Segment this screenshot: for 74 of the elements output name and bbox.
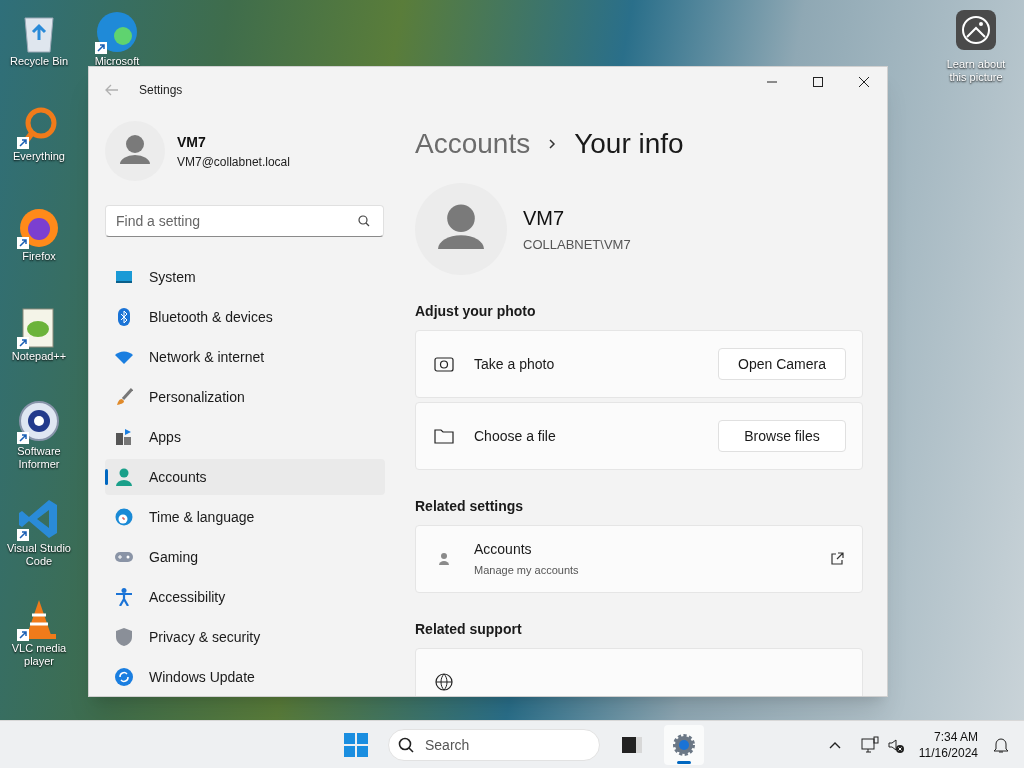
maximize-icon	[813, 77, 823, 87]
picture-info-icon[interactable]	[956, 10, 996, 50]
shortcut-arrow-icon	[95, 42, 107, 54]
search-icon	[358, 215, 370, 227]
shield-icon	[115, 628, 133, 646]
accessibility-person-icon	[115, 588, 133, 606]
wifi-icon	[115, 348, 133, 366]
external-link-icon	[830, 552, 844, 566]
desktop-icon-label[interactable]: Notepad++	[11, 350, 67, 363]
clock-time: 7:34 AM	[933, 729, 978, 745]
clock-date: 11/16/2024	[918, 745, 978, 761]
nav-item[interactable]: Windows Update	[105, 659, 385, 695]
nav-item[interactable]: Gaming	[105, 539, 385, 575]
profile-domain: COLLABNET\VM7	[523, 236, 631, 255]
nav-item[interactable]: Privacy & security	[105, 619, 385, 655]
page-title: Your info	[574, 127, 684, 161]
speaker-muted-icon	[886, 736, 905, 754]
nav-item[interactable]: Apps	[105, 419, 385, 455]
nav-item[interactable]: Network & internet	[105, 339, 385, 375]
desktop-icon-label[interactable]: Software Informer	[6, 445, 72, 471]
section-heading: Adjust your photo	[415, 302, 537, 321]
shortcut-arrow-icon	[17, 629, 29, 641]
settings-search-field[interactable]: Find a setting	[105, 205, 384, 237]
action-button[interactable]: Browse files	[718, 420, 846, 452]
search-icon	[398, 737, 414, 753]
nav-item[interactable]: Accounts	[105, 459, 385, 495]
camera-icon	[434, 354, 454, 374]
nav-item[interactable]: Personalization	[105, 379, 385, 415]
desktop-icon-label[interactable]: Everything	[13, 150, 65, 163]
row-label: Accounts	[474, 540, 533, 560]
paintbrush-icon	[115, 388, 133, 406]
shortcut-arrow-icon	[17, 137, 29, 149]
desktop-icon-label[interactable]: Visual Studio Code	[6, 542, 72, 568]
row-label: Take a photo	[474, 354, 556, 374]
monitor-icon	[115, 268, 133, 286]
sync-arrows-icon	[115, 668, 133, 686]
bluetooth-icon	[115, 308, 133, 326]
row-description: Manage my accounts	[474, 563, 580, 579]
action-button[interactable]: Open Camera	[718, 348, 846, 380]
close-icon	[859, 77, 869, 87]
shortcut-arrow-icon	[17, 529, 29, 541]
notification-bell-icon	[992, 736, 1010, 754]
section-heading: Related support	[415, 620, 523, 639]
user-name: VM7	[177, 132, 207, 152]
network-monitor-icon	[860, 736, 879, 754]
nav-item[interactable]: Time & language	[105, 499, 385, 535]
gear-icon	[672, 733, 696, 757]
desktop-icon-label[interactable]: Microsoft	[94, 55, 140, 68]
user-email: VM7@collabnet.local	[177, 153, 290, 171]
person-icon	[115, 468, 133, 486]
desktop-icon-label[interactable]: Firefox	[22, 250, 56, 263]
nav-item[interactable]: Bluetooth & devices	[105, 299, 385, 335]
settings-card[interactable]: Accounts Manage my accounts	[415, 525, 863, 593]
user-avatar	[105, 121, 165, 181]
start-button[interactable]	[342, 731, 370, 759]
desktop-icon-label[interactable]: VLC media player	[6, 642, 72, 668]
section-heading: Related settings	[415, 497, 525, 516]
settings-card[interactable]: Choose a file Browse files	[415, 402, 863, 470]
row-label: Choose a file	[474, 426, 557, 446]
shortcut-arrow-icon	[17, 337, 29, 349]
shortcut-arrow-icon	[17, 432, 29, 444]
taskbar-search-field[interactable]: Search	[388, 729, 600, 761]
breadcrumb-link[interactable]: Accounts	[415, 123, 531, 165]
folder-icon	[434, 426, 454, 446]
shortcut-arrow-icon	[17, 237, 29, 249]
nav-item[interactable]: Accessibility	[105, 579, 385, 615]
window-title: Settings	[139, 82, 183, 99]
globe-icon	[434, 672, 454, 692]
apps-icon	[115, 428, 133, 446]
desktop-icon-label[interactable]: Recycle Bin	[9, 55, 69, 68]
chevron-up-icon	[828, 741, 841, 749]
profile-name: VM7	[523, 206, 566, 232]
nav-item[interactable]: System	[105, 259, 385, 295]
settings-card[interactable]: Take a photo Open Camera	[415, 330, 863, 398]
